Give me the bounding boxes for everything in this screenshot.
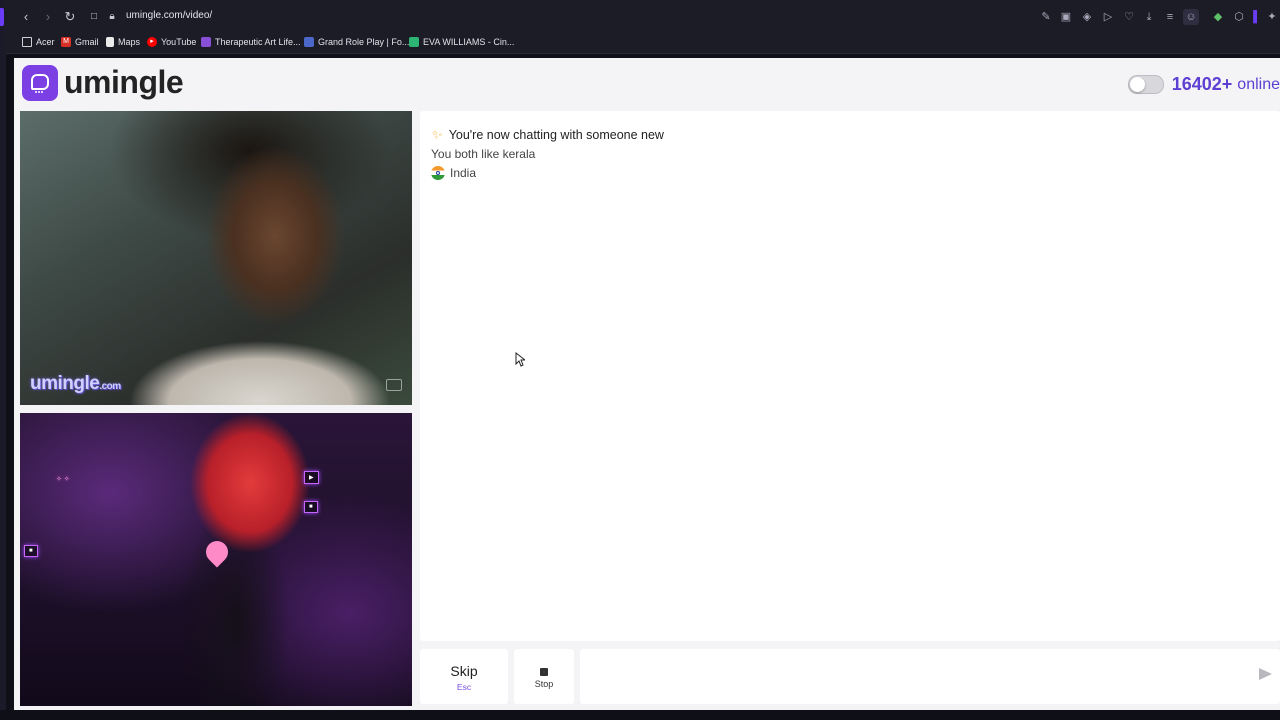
folder-icon xyxy=(22,37,32,47)
neon-panel: ■ xyxy=(24,545,38,557)
video-watermark: umingle.com xyxy=(30,373,121,394)
message-input[interactable] xyxy=(580,649,1280,704)
youtube-icon: ▸ xyxy=(147,37,157,47)
country-label: India xyxy=(450,166,477,180)
camera-icon[interactable]: ▣ xyxy=(1058,9,1074,25)
india-flag-icon xyxy=(431,166,445,180)
online-count: 16402+ xyxy=(1171,74,1233,94)
mouse-cursor-icon xyxy=(515,352,525,367)
logo-text: umingle xyxy=(64,64,184,100)
site-info-icon[interactable]: □ xyxy=(86,9,102,25)
gmail-icon: M xyxy=(61,37,71,47)
browser-tab-accent xyxy=(0,8,4,26)
extension-icon[interactable]: ◆ xyxy=(1210,9,1226,25)
browser-toolbar: ‹ › ↻ □ 🔒︎ umingle.com/video/ ✎ ▣ ◈ ▷ ♡ … xyxy=(6,0,1280,33)
neon-sign: ✧ ✧ xyxy=(56,476,70,483)
download-icon[interactable]: ⤓ xyxy=(1141,9,1157,25)
maps-icon xyxy=(106,37,114,47)
report-flag-icon[interactable] xyxy=(386,379,402,391)
bookmark-grand-role-play[interactable]: Grand Role Play | Fo... xyxy=(304,37,409,47)
chat-status: ✨︎ You're now chatting with someone new xyxy=(432,127,664,143)
neon-panel: ▶ xyxy=(304,471,319,484)
self-video: ✧ ✧ ▶ ■ ■ xyxy=(20,413,412,706)
menu-icon[interactable]: ≡ xyxy=(1162,9,1178,25)
skip-shortcut-hint: Esc xyxy=(456,682,472,692)
online-status: 16402+ online xyxy=(1127,74,1280,95)
ai-icon[interactable]: ✦ xyxy=(1264,9,1280,25)
umingle-page: umingle 16402+ online umingle.com ✧ ✧ ▶ … xyxy=(14,58,1280,710)
bookmark-label: Maps xyxy=(118,37,141,47)
bookmark-label: Gmail xyxy=(75,37,99,47)
bookmark-label: Acer xyxy=(36,37,55,47)
neon-panel: ■ xyxy=(304,501,318,513)
edit-icon[interactable]: ✎ xyxy=(1038,9,1054,25)
shared-interest: You both like kerala xyxy=(431,147,536,161)
bookmarks-bar: Acer M Gmail Maps ▸ YouTube Therapeutic … xyxy=(6,33,1280,54)
cube-icon[interactable]: ⬡ xyxy=(1231,9,1247,25)
play-icon[interactable]: ▷ xyxy=(1100,9,1116,25)
profile-icon[interactable]: ☺ xyxy=(1183,9,1199,25)
bookmark-gmail[interactable]: M Gmail xyxy=(61,37,99,47)
stop-button[interactable]: Stop xyxy=(514,649,574,704)
send-icon[interactable] xyxy=(1259,668,1272,680)
bookmark-label: YouTube xyxy=(161,37,197,47)
bookmark-youtube[interactable]: ▸ YouTube xyxy=(147,37,196,47)
bookmark-acer[interactable]: Acer xyxy=(22,37,55,47)
theme-toggle[interactable] xyxy=(1127,75,1164,94)
chat-status-text: You're now chatting with someone new xyxy=(448,128,664,142)
lock-icon[interactable]: 🔒︎ xyxy=(104,9,120,25)
bookmark-eva-williams[interactable]: EVA WILLIAMS - Cin... xyxy=(409,37,514,47)
reload-icon[interactable]: ↻ xyxy=(62,9,78,25)
taskbar-strip xyxy=(0,710,1280,720)
skip-button[interactable]: Skip Esc xyxy=(420,649,508,704)
bookmark-label: EVA WILLIAMS - Cin... xyxy=(423,37,515,47)
heart-icon[interactable]: ♡ xyxy=(1121,9,1137,25)
address-bar[interactable]: umingle.com/video/ xyxy=(126,10,212,21)
back-icon[interactable]: ‹ xyxy=(18,9,34,25)
sidebar-icon[interactable]: ▌ xyxy=(1249,9,1265,25)
stranger-country: India xyxy=(431,166,476,180)
stop-icon xyxy=(540,668,548,676)
bookmark-maps[interactable]: Maps xyxy=(106,37,140,47)
shield-icon[interactable]: ◈ xyxy=(1079,9,1095,25)
browser-side-strip xyxy=(0,0,6,720)
chat-bubble-icon xyxy=(22,64,58,101)
heart-icon xyxy=(201,536,233,568)
bookmark-label: Therapeutic Art Life... xyxy=(215,37,301,47)
bookmark-icon xyxy=(409,37,419,47)
chat-panel: ✨︎ You're now chatting with someone new … xyxy=(420,111,1280,641)
online-label: online xyxy=(1237,75,1280,93)
stop-label: Stop xyxy=(534,679,554,689)
stranger-video: umingle.com xyxy=(20,111,412,405)
skip-label: Skip xyxy=(450,663,478,679)
bookmark-icon xyxy=(304,37,314,47)
bookmark-icon xyxy=(201,37,211,47)
forward-icon[interactable]: › xyxy=(40,9,56,25)
bookmark-label: Grand Role Play | Fo... xyxy=(318,37,410,47)
bookmark-therapeutic-art[interactable]: Therapeutic Art Life... xyxy=(201,37,301,47)
site-logo[interactable]: umingle xyxy=(22,64,184,101)
sparkle-icon: ✨︎ xyxy=(432,127,443,142)
